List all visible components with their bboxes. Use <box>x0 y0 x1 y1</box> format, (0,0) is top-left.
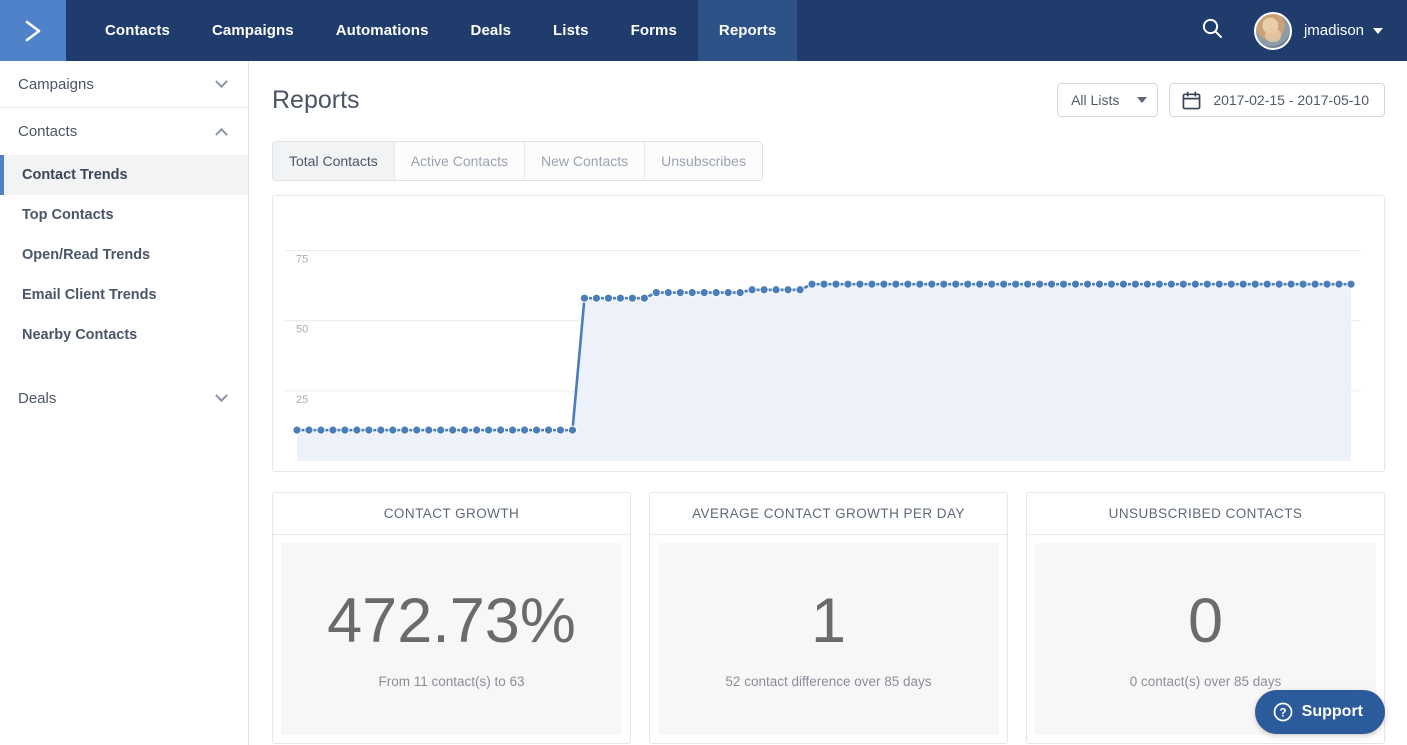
card-value: 472.73% <box>327 589 576 653</box>
tab-active-contacts[interactable]: Active Contacts <box>395 142 525 180</box>
chevron-up-icon <box>215 128 228 141</box>
sidebar-item-nearby-contacts[interactable]: Nearby Contacts <box>0 315 248 355</box>
chart-svg: 25 50 75 <box>273 196 1385 471</box>
card-average-contact-growth-per-day: AVERAGE CONTACT GROWTH PER DAY 1 52 cont… <box>649 492 1008 744</box>
page-header: Reports All Lists 2017-02-15 - 2017-05-1… <box>249 61 1407 123</box>
sidebar-item-label: Nearby Contacts <box>22 327 137 343</box>
card-title: AVERAGE CONTACT GROWTH PER DAY <box>650 493 1007 535</box>
sidebar-item-contact-trends[interactable]: Contact Trends <box>0 155 248 195</box>
main-content: Reports All Lists 2017-02-15 - 2017-05-1… <box>249 61 1407 745</box>
tab-total-contacts[interactable]: Total Contacts <box>273 142 395 180</box>
chevron-down-icon <box>215 75 228 88</box>
card-title: CONTACT GROWTH <box>273 493 630 535</box>
contact-trends-chart: 25 50 75 <box>272 195 1385 472</box>
sidebar-item-label: Top Contacts <box>22 207 114 223</box>
support-label: Support <box>1302 703 1363 721</box>
chevron-down-icon <box>215 389 228 402</box>
top-navbar: Contacts Campaigns Automations Deals Lis… <box>0 0 1407 61</box>
svg-text:50: 50 <box>296 324 308 336</box>
user-menu[interactable]: jmadison <box>1254 12 1383 50</box>
sidebar: Campaigns Contacts Contact Trends Top Co… <box>0 61 249 745</box>
page-title: Reports <box>272 86 360 115</box>
nav-item-automations[interactable]: Automations <box>315 0 450 61</box>
search-button[interactable] <box>1192 11 1232 51</box>
calendar-icon <box>1182 91 1201 110</box>
list-filter-select[interactable]: All Lists <box>1057 83 1158 117</box>
card-contact-growth: CONTACT GROWTH 472.73% From 11 contact(s… <box>272 492 631 744</box>
user-name: jmadison <box>1304 22 1364 39</box>
chevron-down-icon <box>1137 97 1147 103</box>
nav-item-campaigns[interactable]: Campaigns <box>191 0 315 61</box>
nav-item-forms[interactable]: Forms <box>610 0 698 61</box>
sidebar-group-label: Deals <box>18 390 56 407</box>
navbar-right: jmadison <box>1192 0 1407 61</box>
sidebar-item-email-client-trends[interactable]: Email Client Trends <box>0 275 248 315</box>
sidebar-group-campaigns[interactable]: Campaigns <box>0 61 248 108</box>
card-value: 1 <box>811 589 846 653</box>
app-logo[interactable] <box>0 0 66 61</box>
sidebar-item-top-contacts[interactable]: Top Contacts <box>0 195 248 235</box>
nav-item-contacts[interactable]: Contacts <box>84 0 191 61</box>
sidebar-group-contacts[interactable]: Contacts <box>0 108 248 155</box>
card-body: 472.73% From 11 contact(s) to 63 <box>281 543 622 735</box>
chevron-right-logo-icon <box>18 16 48 46</box>
primary-nav: Contacts Campaigns Automations Deals Lis… <box>84 0 797 61</box>
date-range-value: 2017-02-15 - 2017-05-10 <box>1213 92 1369 108</box>
svg-text:?: ? <box>1279 707 1286 719</box>
search-icon <box>1200 16 1224 45</box>
support-button[interactable]: ? Support <box>1255 690 1385 734</box>
card-subtitle: 52 contact difference over 85 days <box>725 674 931 689</box>
sidebar-item-label: Open/Read Trends <box>22 247 150 263</box>
card-value: 0 <box>1188 589 1223 653</box>
date-range-picker[interactable]: 2017-02-15 - 2017-05-10 <box>1169 83 1385 117</box>
tab-new-contacts[interactable]: New Contacts <box>525 142 645 180</box>
sidebar-group-deals[interactable]: Deals <box>0 375 248 422</box>
card-title: UNSUBSCRIBED CONTACTS <box>1027 493 1384 535</box>
card-body: 1 52 contact difference over 85 days <box>658 543 999 735</box>
question-circle-icon: ? <box>1273 702 1293 722</box>
nav-item-deals[interactable]: Deals <box>450 0 533 61</box>
sidebar-item-label: Contact Trends <box>22 167 128 183</box>
sidebar-group-label: Campaigns <box>18 76 94 93</box>
summary-cards: CONTACT GROWTH 472.73% From 11 contact(s… <box>272 492 1385 744</box>
sidebar-group-label: Contacts <box>18 123 77 140</box>
tab-unsubscribes[interactable]: Unsubscribes <box>645 142 762 180</box>
card-subtitle: From 11 contact(s) to 63 <box>378 674 524 689</box>
sidebar-item-label: Email Client Trends <box>22 287 157 303</box>
header-controls: All Lists 2017-02-15 - 2017-05-10 <box>1057 83 1385 117</box>
chevron-down-icon <box>1373 28 1383 34</box>
nav-item-lists[interactable]: Lists <box>532 0 610 61</box>
sidebar-item-open-read-trends[interactable]: Open/Read Trends <box>0 235 248 275</box>
card-subtitle: 0 contact(s) over 85 days <box>1130 674 1282 689</box>
report-tabs: Total Contacts Active Contacts New Conta… <box>272 141 763 181</box>
svg-text:75: 75 <box>296 253 308 265</box>
avatar <box>1254 12 1292 50</box>
nav-item-reports[interactable]: Reports <box>698 0 797 61</box>
list-filter-value: All Lists <box>1071 92 1119 108</box>
svg-text:25: 25 <box>296 394 308 406</box>
